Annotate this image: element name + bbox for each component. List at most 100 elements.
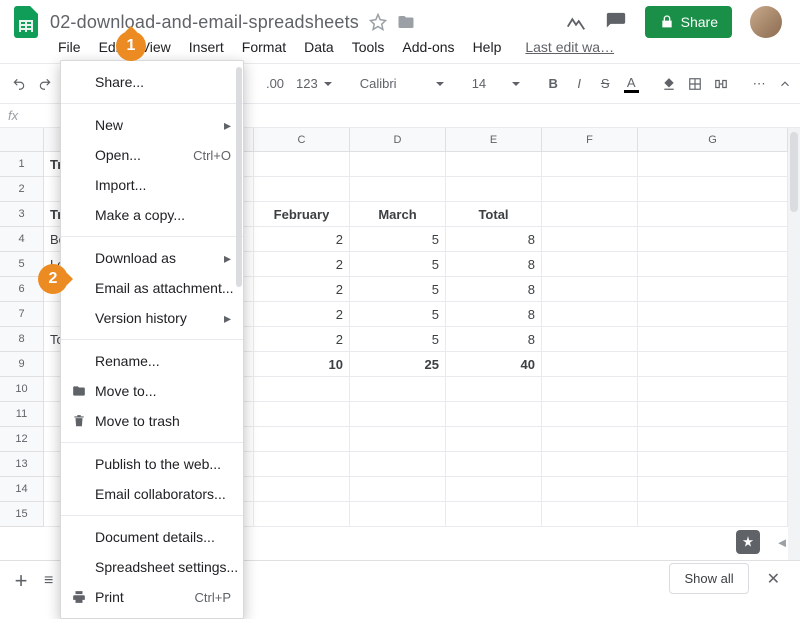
col-header-e[interactable]: E [446,128,542,151]
all-sheets-button[interactable]: ≡ [44,572,53,590]
cell[interactable] [638,452,788,477]
cell[interactable] [446,452,542,477]
cell[interactable]: 5 [350,277,446,302]
cell[interactable] [446,152,542,177]
sheets-app-icon[interactable] [10,6,42,38]
menu-insert[interactable]: Insert [181,35,232,59]
cell[interactable] [542,452,638,477]
menu-file[interactable]: File [50,35,89,59]
number-format-select[interactable]: 123 [290,76,338,91]
cell[interactable] [254,177,350,202]
cell[interactable] [446,477,542,502]
cell[interactable]: 8 [446,227,542,252]
menu-help[interactable]: Help [465,35,510,59]
borders-button[interactable] [684,71,706,97]
row-header[interactable]: 11 [0,402,44,427]
font-family-select[interactable]: Calibri [354,76,450,91]
activity-icon[interactable] [565,11,587,33]
cell[interactable]: 5 [350,302,446,327]
undo-button[interactable] [8,71,30,97]
row-header[interactable]: 10 [0,377,44,402]
cell[interactable]: March [350,202,446,227]
cell[interactable] [638,302,788,327]
menu-item-share[interactable]: Share... [61,67,243,97]
cell[interactable] [542,427,638,452]
cell[interactable] [542,302,638,327]
col-header-g[interactable]: G [638,128,788,151]
cell[interactable]: 2 [254,227,350,252]
cell[interactable]: 25 [350,352,446,377]
last-edit-link[interactable]: Last edit wa… [525,39,614,55]
cell[interactable] [638,352,788,377]
merge-cells-button[interactable] [710,71,732,97]
cell[interactable]: 8 [446,302,542,327]
cell[interactable] [350,427,446,452]
menu-item-make-copy[interactable]: Make a copy... [61,200,243,230]
vertical-scrollbar[interactable] [788,128,800,560]
cell[interactable]: 10 [254,352,350,377]
star-icon[interactable] [369,13,387,31]
menu-item-print[interactable]: PrintCtrl+P [61,582,243,612]
menu-item-publish-web[interactable]: Publish to the web... [61,449,243,479]
cell[interactable] [542,327,638,352]
cell[interactable] [446,377,542,402]
cell[interactable] [638,227,788,252]
cell[interactable] [254,502,350,527]
explore-button[interactable] [736,530,760,554]
cell[interactable] [638,252,788,277]
close-banner-button[interactable]: ✕ [757,569,790,589]
col-header-c[interactable]: C [254,128,350,151]
cell[interactable] [542,352,638,377]
cell[interactable] [446,402,542,427]
cell[interactable] [638,327,788,352]
row-header[interactable]: 15 [0,502,44,527]
cell[interactable] [638,277,788,302]
cell[interactable] [638,152,788,177]
add-sheet-button[interactable]: + [8,568,34,594]
col-header-d[interactable]: D [350,128,446,151]
bold-button[interactable]: B [542,71,564,97]
row-header[interactable]: 14 [0,477,44,502]
menu-item-move-to[interactable]: Move to... [61,376,243,406]
cell[interactable] [638,177,788,202]
cell[interactable] [542,377,638,402]
cell[interactable] [350,152,446,177]
menu-item-document-details[interactable]: Document details... [61,522,243,552]
cell[interactable]: February [254,202,350,227]
cell[interactable]: 8 [446,277,542,302]
cell[interactable] [350,477,446,502]
cell[interactable]: 2 [254,327,350,352]
cell[interactable] [542,227,638,252]
cell[interactable] [542,202,638,227]
strikethrough-button[interactable]: S [594,71,616,97]
row-header[interactable]: 1 [0,152,44,177]
cell[interactable] [638,427,788,452]
cell[interactable] [254,477,350,502]
move-folder-icon[interactable] [397,13,415,31]
italic-button[interactable]: I [568,71,590,97]
cell[interactable] [542,152,638,177]
cell[interactable]: 2 [254,252,350,277]
menu-item-download-as[interactable]: Download as▸ [61,243,243,273]
collapse-toolbar-button[interactable] [774,71,796,97]
decrease-decimal-button[interactable]: .00 [264,71,286,97]
cell[interactable] [254,152,350,177]
cell[interactable]: 8 [446,327,542,352]
menu-item-version-history[interactable]: Version history▸ [61,303,243,333]
menu-data[interactable]: Data [296,35,342,59]
menu-item-rename[interactable]: Rename... [61,346,243,376]
font-size-select[interactable]: 14 [466,76,526,91]
row-header[interactable]: 13 [0,452,44,477]
more-toolbar-button[interactable]: ⋯ [748,71,770,97]
cell[interactable] [542,402,638,427]
menu-item-email-attachment[interactable]: Email as attachment... [61,273,243,303]
row-header[interactable]: 5 [0,252,44,277]
cell[interactable] [542,277,638,302]
cell[interactable] [350,452,446,477]
fill-color-button[interactable] [658,71,680,97]
cell[interactable]: 8 [446,252,542,277]
cell[interactable] [638,477,788,502]
cell[interactable] [350,177,446,202]
cell[interactable] [446,177,542,202]
cell[interactable] [446,502,542,527]
